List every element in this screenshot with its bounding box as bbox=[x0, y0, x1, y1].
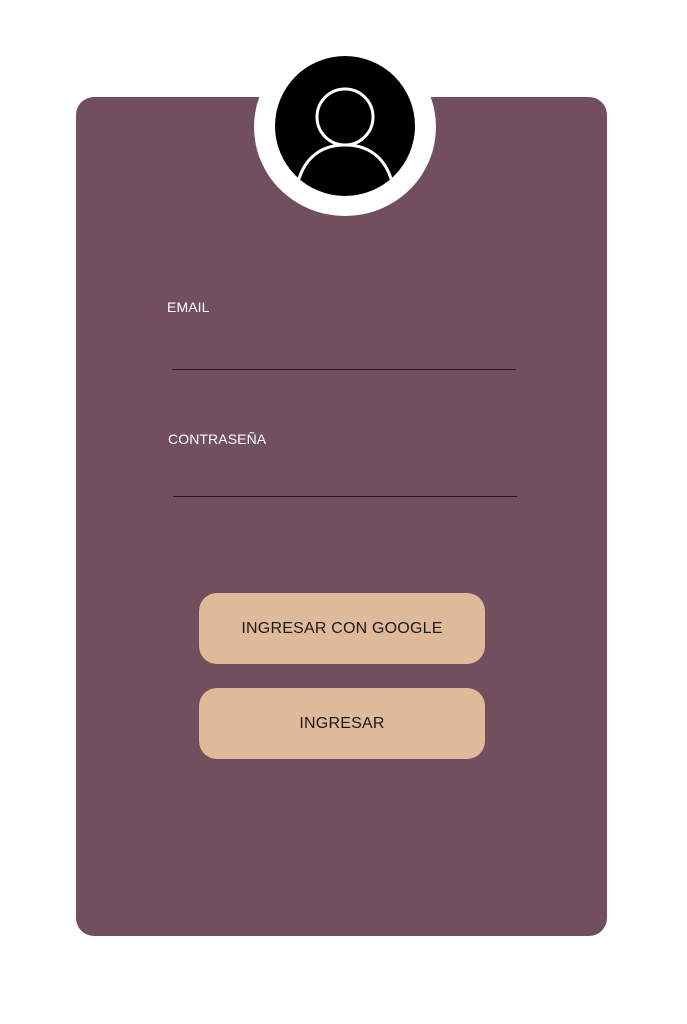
login-button-label: INGRESAR bbox=[299, 714, 385, 732]
email-field[interactable] bbox=[172, 340, 516, 366]
password-label: CONTRASEÑA bbox=[168, 431, 267, 447]
email-label: EMAIL bbox=[167, 299, 210, 315]
password-underline bbox=[173, 496, 517, 497]
email-underline bbox=[172, 369, 516, 370]
user-profile-icon bbox=[275, 56, 415, 196]
google-login-button-label: INGRESAR CON GOOGLE bbox=[241, 619, 443, 637]
avatar bbox=[275, 56, 415, 196]
password-field[interactable] bbox=[173, 467, 517, 493]
login-button[interactable]: INGRESAR bbox=[199, 688, 485, 759]
google-login-button[interactable]: INGRESAR CON GOOGLE bbox=[199, 593, 485, 664]
login-card bbox=[76, 97, 607, 936]
